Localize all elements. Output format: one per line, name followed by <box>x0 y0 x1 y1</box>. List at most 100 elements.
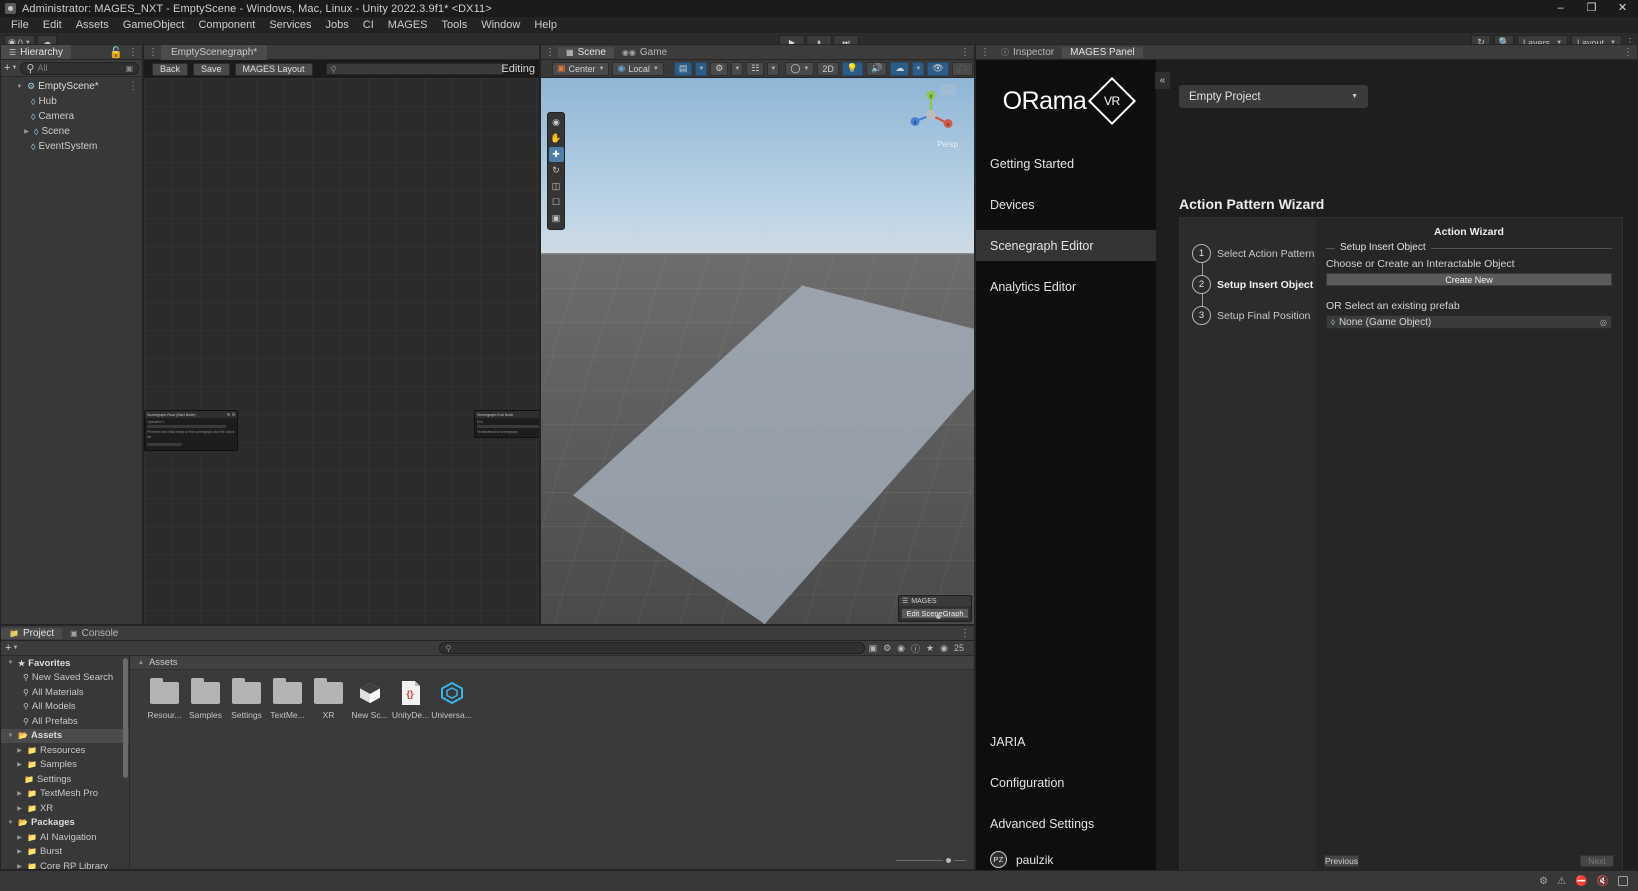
tab-console[interactable]: ▣ Console <box>62 628 126 639</box>
scene-viewport[interactable]: ◉ ✋ ✚ ↻ ◫ ☐ ▣ y x z Persp <box>541 78 974 624</box>
lock-icon[interactable]: 🔓 <box>109 46 123 59</box>
expand-arrow-icon[interactable]: ▶ <box>15 805 24 812</box>
expand-arrow-icon[interactable]: ▼ <box>6 733 15 739</box>
tree-row-new-saved-search[interactable]: ⚲ New Saved Search <box>1 671 129 686</box>
rect-tool-icon[interactable]: ☐ <box>549 195 564 210</box>
close-button[interactable]: ✕ <box>1607 0 1638 17</box>
hierarchy-search-input[interactable]: ⚲ All ▣ <box>20 62 139 75</box>
asset-zoom-slider[interactable] <box>896 855 966 865</box>
asset-item-universal-rp[interactable]: Universa... <box>433 680 470 720</box>
scene-zoom-slider[interactable] <box>908 612 968 621</box>
hierarchy-row-camera[interactable]: ◊ Camera <box>1 109 142 124</box>
hierarchy-row-eventsystem[interactable]: ◊ EventSystem <box>1 139 142 154</box>
hierarchy-row-scene[interactable]: ▶ ◊ Scene <box>1 124 142 139</box>
tab-mages-panel[interactable]: MAGES Panel <box>1062 47 1142 58</box>
mages-panel-overflow-menu[interactable]: ⋮ <box>1623 47 1632 58</box>
tree-row-samples[interactable]: ▶ 📁 Samples <box>1 758 129 773</box>
object-picker-icon[interactable]: ◎ <box>1600 318 1607 327</box>
menu-item-help[interactable]: Help <box>527 17 564 33</box>
pivot-dropdown[interactable]: ▣ Center ▼ <box>552 62 609 76</box>
audio-toggle-button[interactable]: 🔊 <box>866 62 887 76</box>
back-button[interactable]: Back <box>152 63 188 76</box>
tree-row-textmesh-pro[interactable]: ▶ 📁 TextMesh Pro <box>1 787 129 802</box>
scene-overflow-menu[interactable]: ⋮ <box>960 47 969 58</box>
scenegraph-overflow-menu[interactable]: ⋮ <box>144 47 161 58</box>
menu-item-window[interactable]: Window <box>474 17 527 33</box>
transform-tool-icon[interactable]: ▣ <box>549 211 564 226</box>
tab-project[interactable]: 📁 Project <box>1 628 62 639</box>
project-search-input[interactable]: ⚲ <box>439 642 864 654</box>
nav-item-analytics-editor[interactable]: Analytics Editor <box>976 271 1156 302</box>
tab-hierarchy[interactable]: ☰ Hierarchy <box>1 45 71 59</box>
fx-dropdown[interactable]: ▼ <box>731 62 743 76</box>
expand-arrow-icon[interactable]: ▶ <box>22 128 31 135</box>
tree-row-ai-navigation[interactable]: ▶ 📁 AI Navigation <box>1 830 129 845</box>
filter-icon[interactable]: ⚙ <box>883 643 891 654</box>
nav-item-getting-started[interactable]: Getting Started <box>976 148 1156 179</box>
collapse-arrow-icon[interactable]: ▲ <box>138 660 144 666</box>
create-new-button[interactable]: Create New <box>1326 273 1612 286</box>
nav-item-advanced-settings[interactable]: Advanced Settings <box>976 808 1156 839</box>
lock-icon[interactable] <box>1618 876 1628 886</box>
effects-dropdown[interactable]: ▼ <box>912 62 924 76</box>
tab-game[interactable]: ◉◉ Game <box>614 47 675 58</box>
previous-button[interactable]: Previous <box>1324 855 1359 867</box>
asset-item-unity-defaults[interactable]: {} UnityDe... <box>392 680 429 720</box>
orientation-gizmo[interactable]: y x z <box>906 90 956 140</box>
error-icon[interactable]: ⛔ <box>1575 876 1587 887</box>
tree-row-favorites[interactable]: ▼ ★ Favorites <box>1 656 129 671</box>
expand-arrow-icon[interactable]: ▶ <box>15 790 24 797</box>
asset-item-samples[interactable]: Samples <box>187 680 224 720</box>
sceneview-overflow-menu[interactable]: ⋮ <box>541 47 558 58</box>
nav-item-jaria[interactable]: JARIA <box>976 726 1156 757</box>
tree-row-xr[interactable]: ▶ 📁 XR <box>1 801 129 816</box>
save-button[interactable]: Save <box>193 63 230 76</box>
scene-visibility-toggle[interactable]: 👁 <box>927 62 948 76</box>
tab-inspector[interactable]: ⓘ Inspector <box>993 47 1062 58</box>
expand-arrow-icon[interactable]: ▶ <box>15 761 24 768</box>
inspector-overflow-menu[interactable]: ⋮ <box>976 47 993 58</box>
expand-arrow-icon[interactable]: ▶ <box>15 747 24 754</box>
nav-item-configuration[interactable]: Configuration <box>976 767 1156 798</box>
tree-row-burst[interactable]: ▶ 📁 Burst <box>1 845 129 860</box>
user-account[interactable]: PZ paulzik <box>976 851 1156 868</box>
hierarchy-overflow-menu[interactable]: ⋮ <box>128 47 137 58</box>
hierarchy-row-hub[interactable]: ◊ Hub <box>1 94 142 109</box>
type-filter-icon[interactable]: ◉ <box>897 643 905 654</box>
scenegraph-node-end[interactable]: Scenegraph End Node End Terminates the s… <box>474 410 539 438</box>
project-dropdown[interactable]: Empty Project ▼ <box>1179 85 1368 108</box>
scenegraph-search-input[interactable]: ⚲ <box>326 63 504 75</box>
nav-item-devices[interactable]: Devices <box>976 189 1156 220</box>
next-button[interactable]: Next <box>1580 855 1614 867</box>
tree-row-all-prefabs[interactable]: ⚲ All Prefabs <box>1 714 129 729</box>
wizard-step-3[interactable]: 3 Setup Final Position <box>1180 300 1316 331</box>
project-tree-scrollbar[interactable] <box>123 658 128 778</box>
scene-context-menu[interactable]: ⋮ <box>128 81 138 92</box>
nav-item-scenegraph-editor[interactable]: Scenegraph Editor <box>976 230 1156 261</box>
tree-row-settings[interactable]: 📁 Settings <box>1 772 129 787</box>
warning-icon[interactable]: ⚠ <box>1557 876 1566 887</box>
menu-item-services[interactable]: Services <box>262 17 318 33</box>
hand-tool-icon[interactable]: ✋ <box>549 131 564 146</box>
drag-handle-icon[interactable]: ☰ <box>902 597 908 605</box>
create-asset-button[interactable]: + ▼ <box>5 642 18 654</box>
collapse-nav-button[interactable]: « <box>1155 72 1170 89</box>
fx-button[interactable]: ⚙ <box>710 62 728 76</box>
menu-item-ci[interactable]: CI <box>356 17 381 33</box>
expand-arrow-icon[interactable]: ▶ <box>15 863 24 869</box>
save-search-icon[interactable]: ▣ <box>869 643 878 654</box>
tree-row-packages[interactable]: ▼ 📂 Packages <box>1 816 129 831</box>
perspective-label[interactable]: Persp <box>937 140 958 149</box>
scale-tool-icon[interactable]: ◫ <box>549 179 564 194</box>
expand-arrow-icon[interactable]: ▼ <box>15 84 24 90</box>
search-mode-icon[interactable]: ▣ <box>125 64 133 73</box>
prefab-object-field[interactable]: ◊ None (Game Object) ◎ <box>1326 315 1612 329</box>
camera-settings-button[interactable]: 🎥 <box>952 62 973 76</box>
menu-item-gameobject[interactable]: GameObject <box>116 17 192 33</box>
tab-scene[interactable]: ▦ Scene <box>558 47 614 58</box>
maximize-button[interactable]: ❐ <box>1576 0 1607 17</box>
view-options-button[interactable]: ▤ <box>674 62 693 76</box>
menu-item-edit[interactable]: Edit <box>36 17 69 33</box>
menu-item-tools[interactable]: Tools <box>435 17 475 33</box>
scene-visibility-button[interactable]: ☷ <box>746 62 764 76</box>
